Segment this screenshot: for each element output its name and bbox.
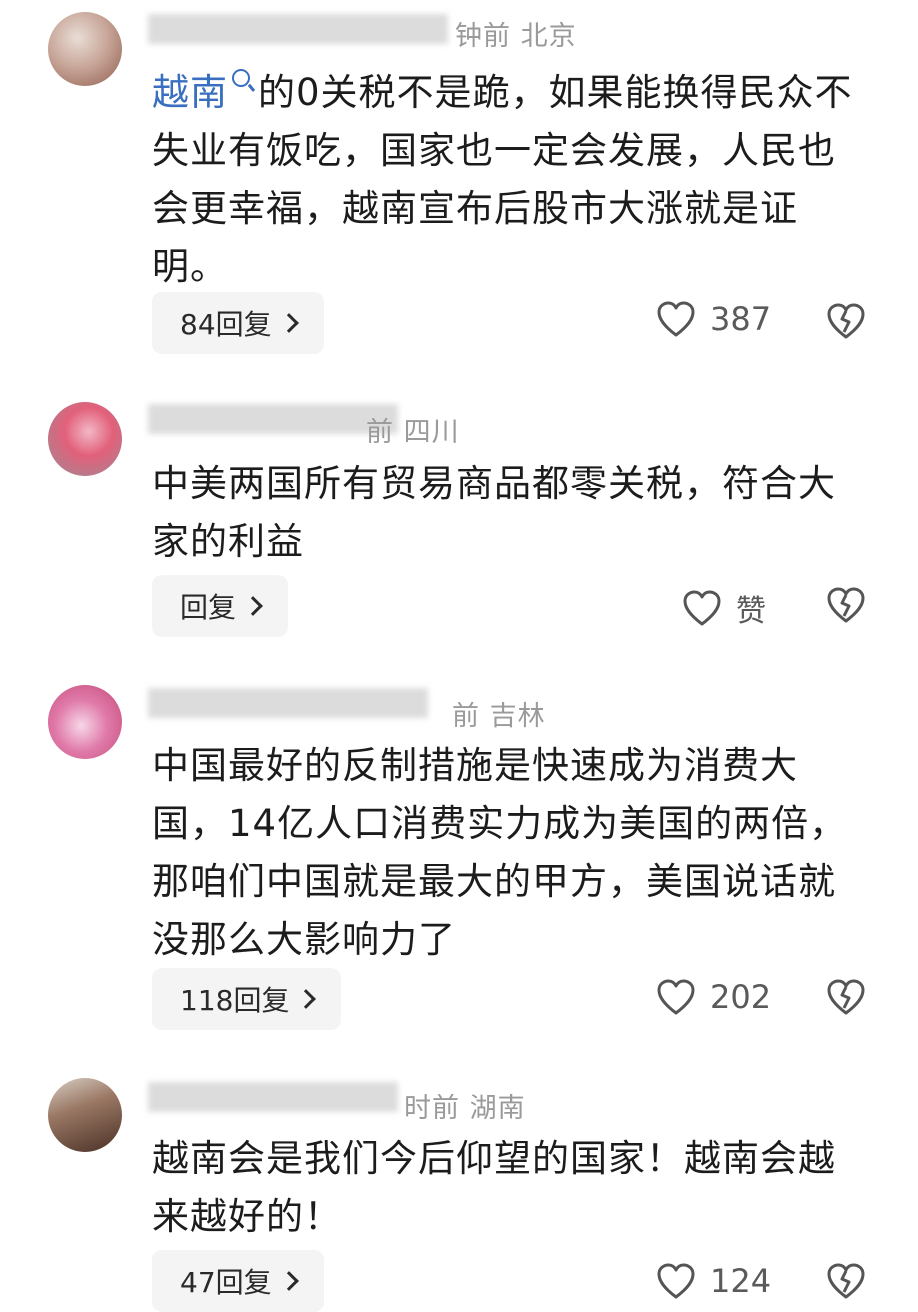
heart-outline-icon	[656, 978, 696, 1016]
like-button[interactable]: 124	[656, 1262, 771, 1300]
chevron-right-icon	[278, 313, 299, 333]
reply-button[interactable]: 84回复	[152, 292, 324, 354]
broken-heart-icon	[826, 1262, 866, 1300]
broken-heart-icon	[826, 978, 866, 1016]
broken-heart-icon	[826, 586, 866, 624]
like-count: 202	[710, 978, 772, 1016]
like-button[interactable]: 赞	[682, 586, 766, 630]
reply-button[interactable]: 118回复	[152, 968, 342, 1030]
like-count: 赞	[736, 594, 766, 629]
like-button[interactable]: 202	[656, 978, 771, 1016]
search-icon	[232, 69, 250, 87]
heart-outline-icon	[656, 1262, 696, 1300]
dislike-button[interactable]	[826, 586, 866, 624]
comment-meta: 前 四川	[366, 417, 460, 448]
like-count: 387	[710, 300, 772, 338]
comment-text: 中美两国所有贸易商品都零关税，符合大家的利益	[152, 462, 836, 563]
username-redacted[interactable]	[148, 404, 398, 434]
username-redacted[interactable]	[148, 688, 428, 718]
dislike-button[interactable]	[826, 1262, 866, 1300]
heart-outline-icon	[656, 300, 696, 338]
avatar[interactable]	[48, 12, 122, 86]
reply-label: 84回复	[180, 308, 272, 341]
dislike-button[interactable]	[826, 978, 866, 1016]
reply-button[interactable]: 回复	[152, 575, 289, 637]
comment-meta: 钟前 北京	[455, 21, 577, 52]
reply-label: 118回复	[180, 984, 290, 1017]
username-redacted[interactable]	[148, 1082, 398, 1112]
username-redacted[interactable]	[148, 14, 448, 44]
comment-meta: 前 吉林	[452, 701, 546, 732]
comment-text: 越南会是我们今后仰望的国家！越南会越来越好的！	[152, 1137, 836, 1238]
heart-outline-icon	[682, 589, 722, 627]
comment-text-rest: 的0关税不是跪，如果能换得民众不失业有饭吃，国家也一定会发展，人民也会更幸福，越…	[152, 71, 853, 288]
like-count: 124	[710, 1262, 772, 1300]
comment-text: 中国最好的反制措施是快速成为消费大国，14亿人口消费实力成为美国的两倍，那咱们中…	[152, 744, 848, 961]
reply-label: 回复	[180, 591, 237, 624]
chevron-right-icon	[243, 596, 263, 616]
chevron-right-icon	[296, 989, 317, 1009]
chevron-right-icon	[278, 1271, 299, 1291]
avatar[interactable]	[48, 685, 122, 759]
reply-label: 47回复	[180, 1266, 272, 1299]
dislike-button[interactable]	[826, 302, 866, 340]
avatar[interactable]	[48, 402, 122, 476]
like-button[interactable]: 387	[656, 300, 771, 338]
avatar[interactable]	[48, 1078, 122, 1152]
mention-link[interactable]: 越南	[152, 71, 228, 114]
broken-heart-icon	[826, 302, 866, 340]
reply-button[interactable]: 47回复	[152, 1250, 324, 1312]
comment-text: 越南 的0关税不是跪，如果能换得民众不失业有饭吃，国家也一定会发展，人民也会更幸福…	[152, 64, 872, 296]
comment-meta: 时前 湖南	[404, 1093, 526, 1124]
